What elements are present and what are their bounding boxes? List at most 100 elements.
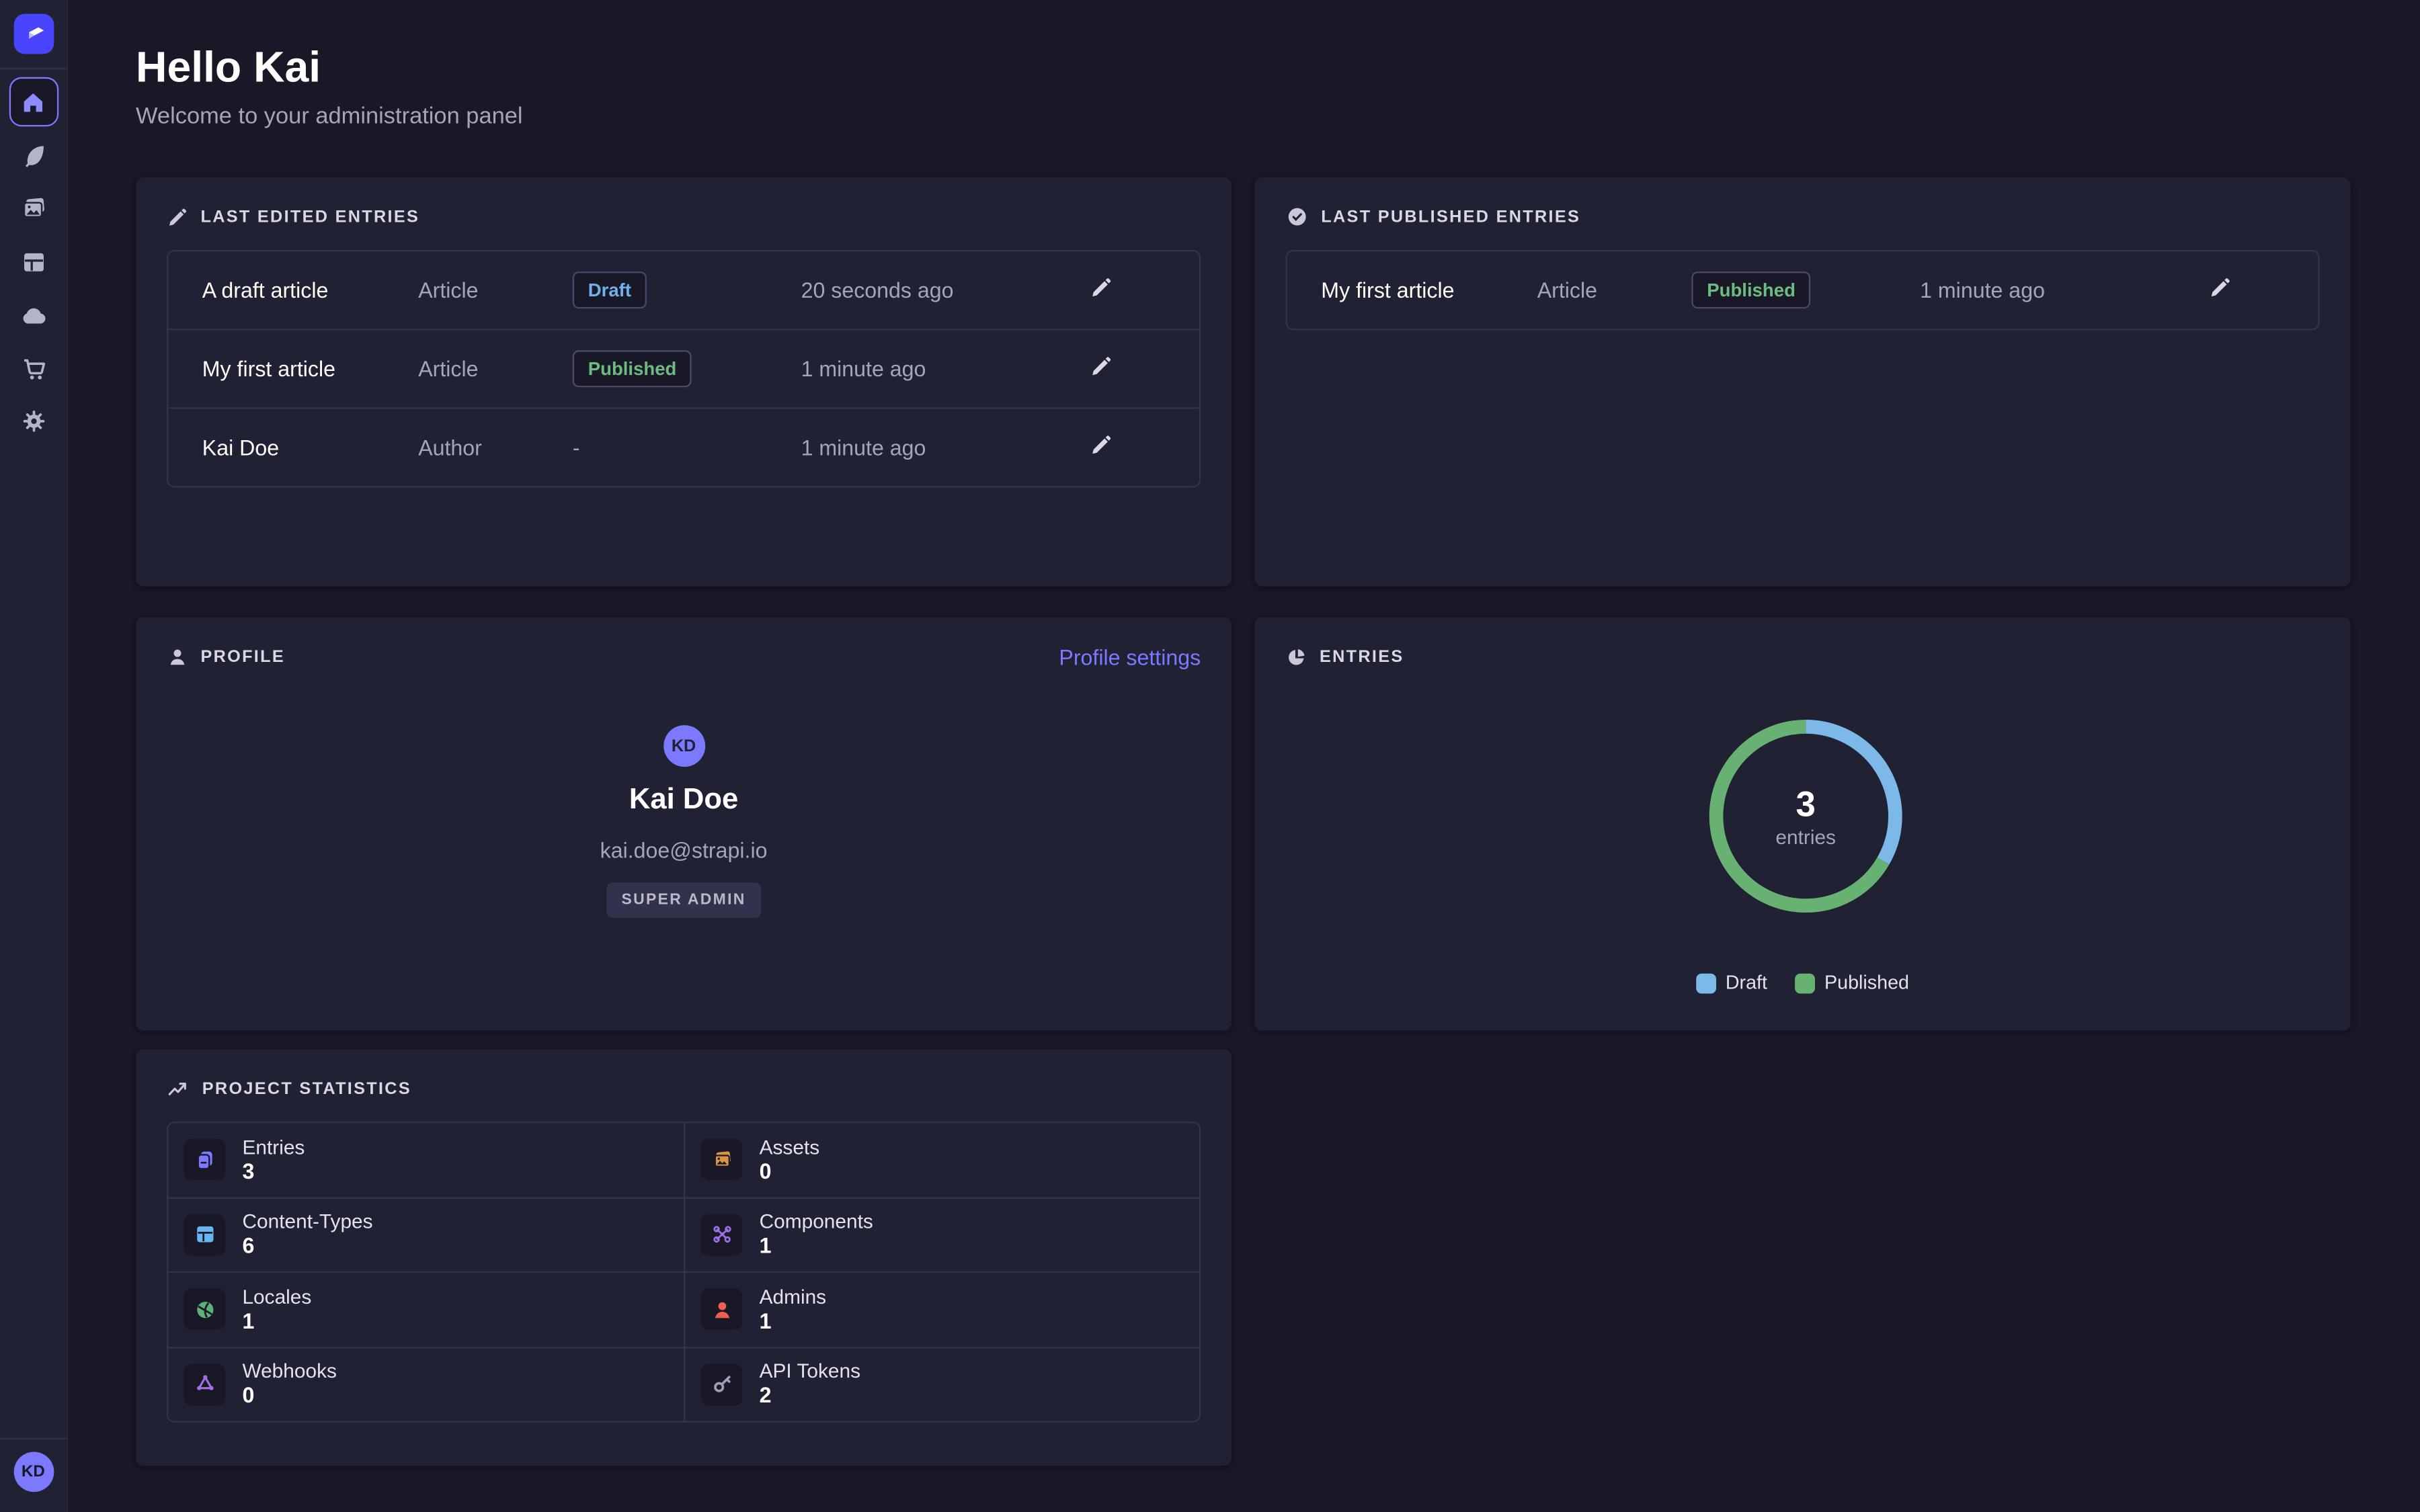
page-header: Hello Kai Welcome to your administration… [136,43,523,130]
stat-value: 0 [242,1383,336,1409]
table-row[interactable]: My first article Article Published 1 min… [1287,251,2318,329]
sidebar-item-cloud[interactable] [9,290,58,339]
user-avatar[interactable]: KD [13,1452,54,1492]
stat-label: API Tokens [760,1359,860,1382]
entry-time: 1 minute ago [1920,278,2206,302]
stat-label: Entries [242,1135,305,1158]
draft-swatch [1696,973,1716,993]
cloud-icon [19,300,48,330]
sidebar-item-marketplace[interactable] [9,343,58,392]
edit-entry-button[interactable] [2206,276,2233,304]
page-title: Hello Kai [136,43,523,92]
entry-time: 1 minute ago [801,435,1087,460]
entries-donut-chart: 3 entries [1701,711,1910,921]
table-row[interactable]: A draft article Article Draft 20 seconds… [168,251,1199,329]
status-empty: - [573,435,801,460]
card-title: ENTRIES [1320,647,1404,666]
entries-table: A draft article Article Draft 20 seconds… [167,250,1201,488]
entry-name: My first article [1321,278,1537,302]
stat-label: Locales [242,1285,311,1308]
layout-icon [184,1214,225,1255]
check-circle-icon [1285,205,1308,228]
edit-entry-button[interactable] [1086,276,1114,304]
sidebar-item-home[interactable] [9,77,58,126]
edit-entry-button[interactable] [1086,355,1114,382]
card-title: PROFILE [200,648,285,667]
entry-type: Article [418,278,573,302]
role-badge: SUPER ADMIN [606,882,762,918]
documents-icon [184,1139,225,1181]
profile-body: KD Kai Doe kai.doe@strapi.io SUPER ADMIN [167,725,1201,918]
table-row[interactable]: My first article Article Published 1 min… [168,329,1199,407]
media-library-icon [19,194,47,222]
donut-center-label: 3 entries [1701,711,1910,921]
entries-chart-card: ENTRIES 3 entries Draft Published [1255,617,2351,1030]
stat-entries: Entries 3 [168,1123,684,1196]
card-header: PROJECT STATISTICS [167,1077,1201,1100]
card-title: LAST EDITED ENTRIES [200,208,419,226]
table-row[interactable]: Kai Doe Author - 1 minute ago [168,407,1199,486]
stat-assets: Assets 0 [684,1123,1199,1196]
triangle-knot-icon [184,1363,225,1405]
sidebar-item-content-type-builder[interactable] [9,237,58,286]
status-badge: Draft [573,271,647,308]
stat-label: Webhooks [242,1359,336,1382]
profile-avatar: KD [663,725,704,767]
stat-label: Components [760,1210,873,1233]
stat-value: 6 [242,1233,372,1259]
published-swatch [1795,973,1815,993]
pencil-icon [1089,433,1112,456]
sidebar-item-settings[interactable] [9,396,58,446]
stat-admins: Admins 1 [684,1271,1199,1346]
user-icon [167,646,188,668]
entry-time: 20 seconds ago [801,278,1087,302]
key-icon [700,1363,742,1405]
profile-settings-link[interactable]: Profile settings [1059,645,1201,670]
status-badge: Published [573,350,692,387]
strapi-logo-icon [21,22,46,46]
entries-table: My first article Article Published 1 min… [1285,250,2319,330]
sidebar-item-content-manager[interactable] [9,130,58,179]
entry-name: My first article [202,356,418,381]
stat-label: Assets [760,1135,820,1158]
globe-icon [184,1289,225,1331]
stat-label: Content-Types [242,1210,372,1233]
stat-label: Admins [760,1285,827,1308]
last-edited-entries-card: LAST EDITED ENTRIES A draft article Arti… [136,177,1232,586]
stat-webhooks: Webhooks 0 [168,1346,684,1421]
profile-card: PROFILE Profile settings KD Kai Doe kai.… [136,617,1232,1030]
chart-legend: Draft Published [1255,972,2351,993]
stat-api-tokens: API Tokens 2 [684,1346,1199,1421]
stat-value: 1 [242,1308,311,1334]
entries-count-label: entries [1775,825,1836,847]
pencil-icon [1089,276,1112,299]
entry-type: Author [418,435,573,460]
feather-icon [19,141,47,169]
legend-item-published: Published [1795,972,1909,993]
sidebar-nav [9,77,58,446]
pie-chart-icon [1285,646,1307,667]
card-title: PROJECT STATISTICS [202,1079,411,1098]
card-header: PROFILE [167,646,285,669]
cart-icon [19,354,47,382]
entry-time: 1 minute ago [801,356,1087,381]
entry-type: Article [1537,278,1692,302]
stat-content-types: Content-Types 6 [168,1196,684,1271]
pencil-icon [2208,276,2230,299]
entry-name: A draft article [202,278,418,302]
layout-icon [19,247,47,275]
edit-entry-button[interactable] [1086,433,1114,461]
profile-email: kai.doe@strapi.io [600,838,768,863]
sidebar-divider [0,68,67,69]
page-subtitle: Welcome to your administration panel [136,103,523,130]
pencil-icon [167,206,188,228]
stat-value: 2 [760,1383,860,1409]
sidebar-item-media-library[interactable] [9,183,58,233]
card-header: LAST PUBLISHED ENTRIES [1285,205,2319,228]
statistics-grid: Entries 3 Assets 0 [167,1122,1201,1423]
stat-value: 3 [242,1159,305,1185]
legend-label: Draft [1726,972,1767,993]
strapi-logo-button[interactable] [13,14,54,54]
project-statistics-card: PROJECT STATISTICS Entries 3 [136,1049,1232,1466]
entries-count: 3 [1796,784,1815,821]
